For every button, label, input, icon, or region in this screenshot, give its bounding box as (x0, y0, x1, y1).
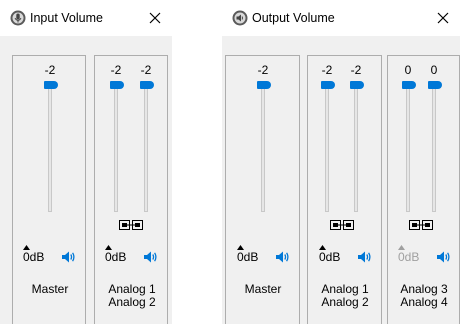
speaker-mute-icon[interactable] (356, 249, 372, 265)
analog-4-slider-track[interactable] (432, 84, 436, 212)
speaker-mute-icon[interactable] (274, 249, 290, 265)
analog-2-volume-value: -2 (140, 63, 152, 77)
analog-4-volume-value: 0 (430, 63, 438, 77)
analog-1-2-db-label[interactable]: 0dB (319, 250, 340, 264)
master-volume-value: -2 (257, 63, 269, 77)
title-bar: Input Volume (0, 0, 172, 36)
speaker-mute-icon[interactable] (142, 249, 158, 265)
master-channel-panel: -2 0dB Master (12, 55, 86, 324)
analog-1-2-db-label[interactable]: 0dB (105, 250, 126, 264)
master-db-label[interactable]: 0dB (23, 250, 44, 264)
analog-1-slider-thumb[interactable] (110, 81, 124, 89)
analog-1-slider-track[interactable] (325, 84, 329, 212)
channel-link-button[interactable] (119, 220, 143, 230)
channel-link-button[interactable] (330, 220, 354, 230)
analog-1-volume-value: -2 (110, 63, 122, 77)
analog-3-4-db-label: 0dB (398, 250, 420, 264)
analog-1-slider-track[interactable] (114, 84, 118, 212)
analog-1-volume-value: -2 (321, 63, 333, 77)
analog-2-slider-thumb[interactable] (140, 81, 154, 89)
channel-link-button[interactable] (409, 220, 433, 230)
analog-2-volume-value: -2 (350, 63, 362, 77)
speaker-mute-icon[interactable] (60, 249, 76, 265)
analog-1-2-channel-panel: -2 -2 0dB Analog 1 Analog 2 (307, 55, 382, 324)
master-db-label[interactable]: 0dB (237, 250, 258, 264)
close-icon (149, 12, 161, 24)
analog-2-slider-track[interactable] (354, 84, 358, 212)
close-button[interactable] (430, 6, 456, 30)
master-slider-thumb[interactable] (257, 81, 271, 89)
master-channel-label: Master (31, 282, 69, 296)
analog-1-2-channel-panel: -2 -2 0dB Analog 1 Analog 2 (94, 55, 168, 324)
master-channel-panel: -2 0dB Master (225, 55, 300, 324)
analog-3-slider-thumb[interactable] (402, 81, 416, 89)
analog-2-slider-thumb[interactable] (350, 81, 364, 89)
analog-1-2-channel-label: Analog 1 Analog 2 (321, 282, 369, 309)
chain-link-icon (119, 220, 143, 230)
analog-3-slider-track[interactable] (406, 84, 410, 212)
analog-1-slider-thumb[interactable] (321, 81, 335, 89)
title-bar: Output Volume (222, 0, 460, 36)
window-title: Input Volume (30, 11, 103, 25)
analog-2-slider-track[interactable] (144, 84, 148, 212)
chain-link-icon (330, 220, 354, 230)
window-title: Output Volume (252, 11, 335, 25)
input-volume-window: Input Volume -2 0dB Master -2 -2 0dB Ana… (0, 0, 172, 324)
close-button[interactable] (142, 6, 168, 30)
master-slider-track[interactable] (261, 84, 265, 212)
speaker-output-icon (232, 10, 248, 26)
output-volume-window: Output Volume -2 0dB Master -2 -2 0dB An… (222, 0, 460, 324)
microphone-icon (10, 10, 26, 26)
analog-1-2-channel-label: Analog 1 Analog 2 (108, 282, 156, 309)
analog-4-slider-thumb[interactable] (428, 81, 442, 89)
close-icon (437, 12, 449, 24)
analog-3-4-channel-label: Analog 3 Analog 4 (400, 282, 448, 309)
master-slider-thumb[interactable] (44, 81, 58, 89)
analog-3-4-channel-panel: 0 0 0dB Analog 3 Analog 4 (387, 55, 460, 324)
chain-link-icon (409, 220, 433, 230)
master-channel-label: Master (244, 282, 282, 296)
speaker-mute-icon[interactable] (435, 249, 451, 265)
master-slider-track[interactable] (48, 84, 52, 212)
master-volume-value: -2 (44, 63, 56, 77)
